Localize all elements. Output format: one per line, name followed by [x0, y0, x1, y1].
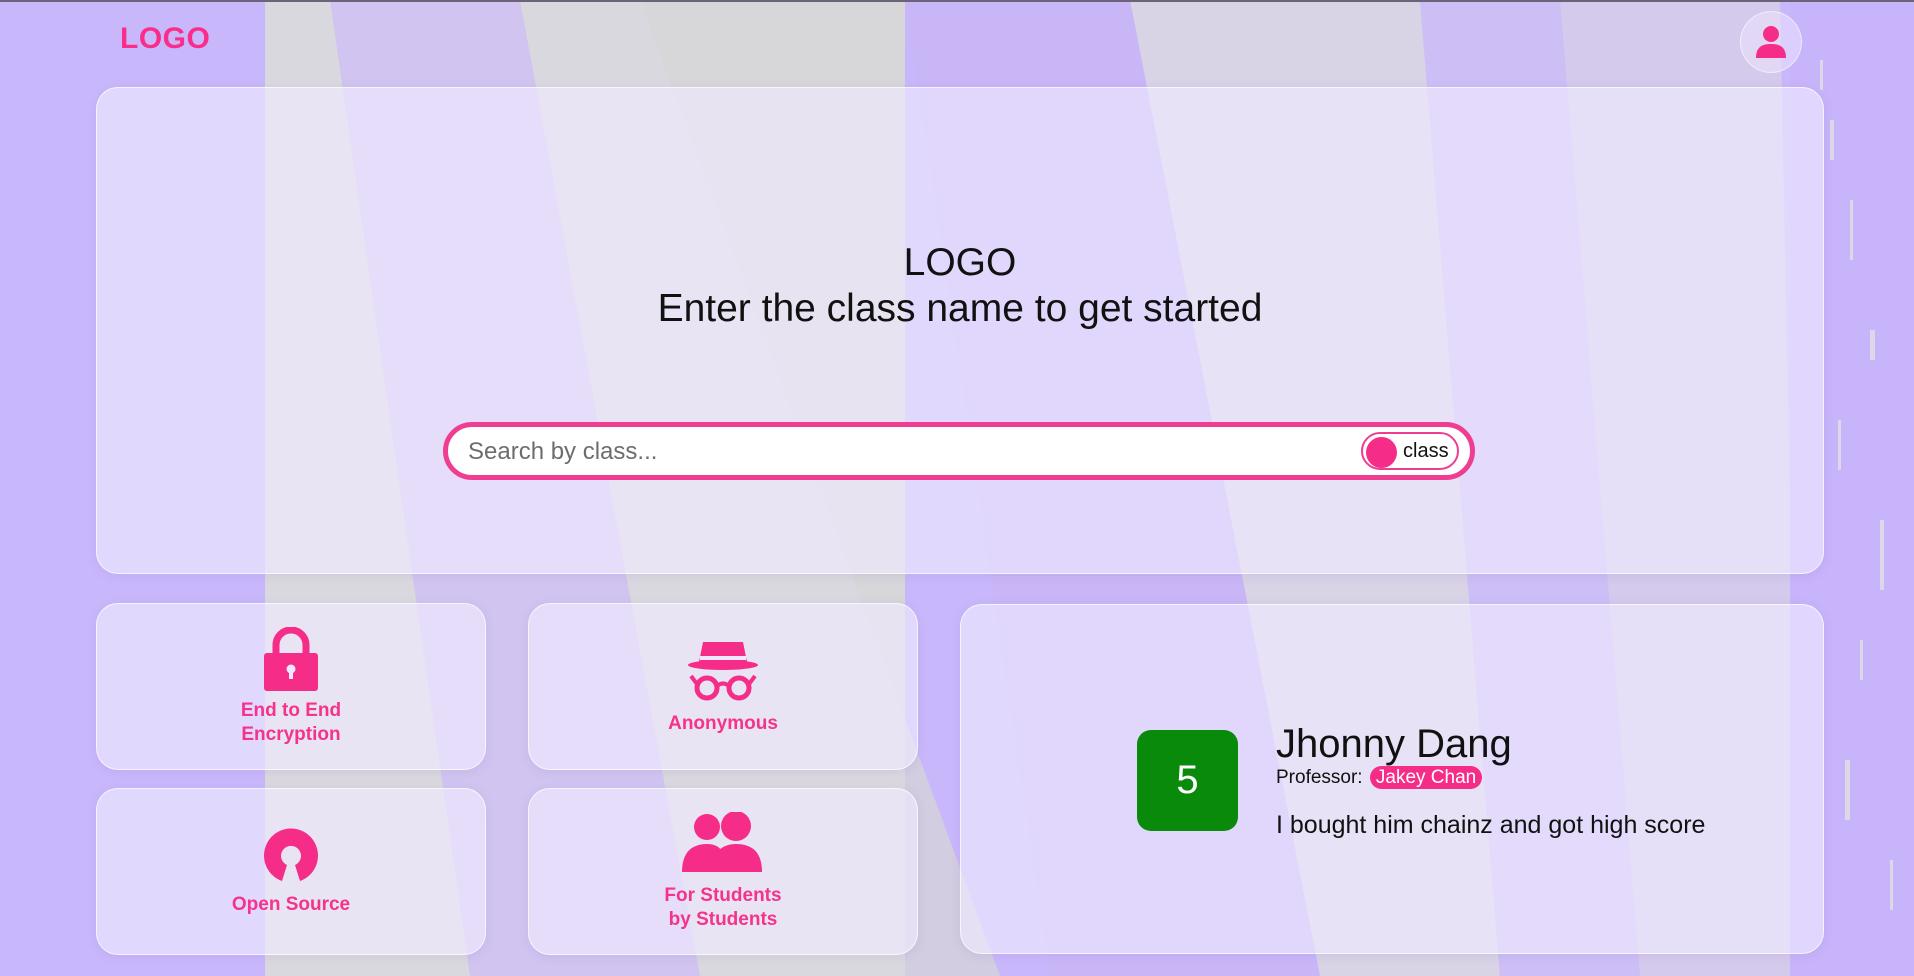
hero-card: LOGO Enter the class name to get started… — [96, 87, 1824, 574]
feature-label: End to End Encryption — [241, 699, 341, 747]
feature-label-line2: by Students — [668, 908, 778, 930]
feature-label: Anonymous — [668, 712, 778, 736]
score-badge: 5 — [1137, 730, 1238, 831]
feature-card-students: For Students by Students — [528, 788, 918, 955]
user-icon — [1756, 26, 1786, 58]
feature-card-anonymous: Anonymous — [528, 603, 918, 770]
review-card[interactable]: 5 Jhonny Dang Professor: Jakey Chan I bo… — [960, 604, 1824, 954]
incognito-icon — [688, 641, 758, 700]
feature-card-open-source: Open Source — [96, 788, 486, 955]
lock-icon — [264, 626, 318, 691]
feature-label-line2: Encryption — [241, 723, 341, 745]
feature-label-line1: Anonymous — [668, 712, 778, 734]
search-input[interactable] — [466, 427, 1350, 477]
hero-logo: LOGO — [903, 241, 1017, 284]
feature-card-encryption: End to End Encryption — [96, 603, 486, 770]
feature-label: Open Source — [232, 893, 350, 917]
feature-label-line1: For Students — [664, 884, 782, 906]
nav-logo[interactable]: LOGO — [120, 22, 210, 56]
professor-tag[interactable]: Jakey Chan — [1369, 766, 1483, 789]
feature-label-line1: End to End — [240, 699, 342, 721]
feature-label-line1: Open Source — [231, 893, 351, 915]
feature-label: For Students by Students — [664, 884, 781, 932]
class-search-bar: class — [443, 422, 1475, 480]
hero-tagline: Enter the class name to get started — [657, 287, 1263, 330]
open-source-icon — [264, 828, 318, 881]
search-mode-toggle[interactable]: class — [1361, 432, 1459, 470]
hero-heading: LOGO Enter the class name to get started — [97, 240, 1823, 332]
users-icon — [682, 811, 762, 872]
toggle-knob — [1366, 437, 1397, 468]
window-top-border — [0, 0, 1914, 2]
professor-line: Professor: Jakey Chan — [1276, 766, 1483, 789]
toggle-label: class — [1403, 440, 1449, 462]
reviewer-name: Jhonny Dang — [1276, 722, 1512, 766]
review-text: I bought him chainz and got high score — [1276, 811, 1706, 839]
account-button[interactable] — [1740, 11, 1802, 73]
professor-label: Professor: — [1276, 767, 1363, 788]
